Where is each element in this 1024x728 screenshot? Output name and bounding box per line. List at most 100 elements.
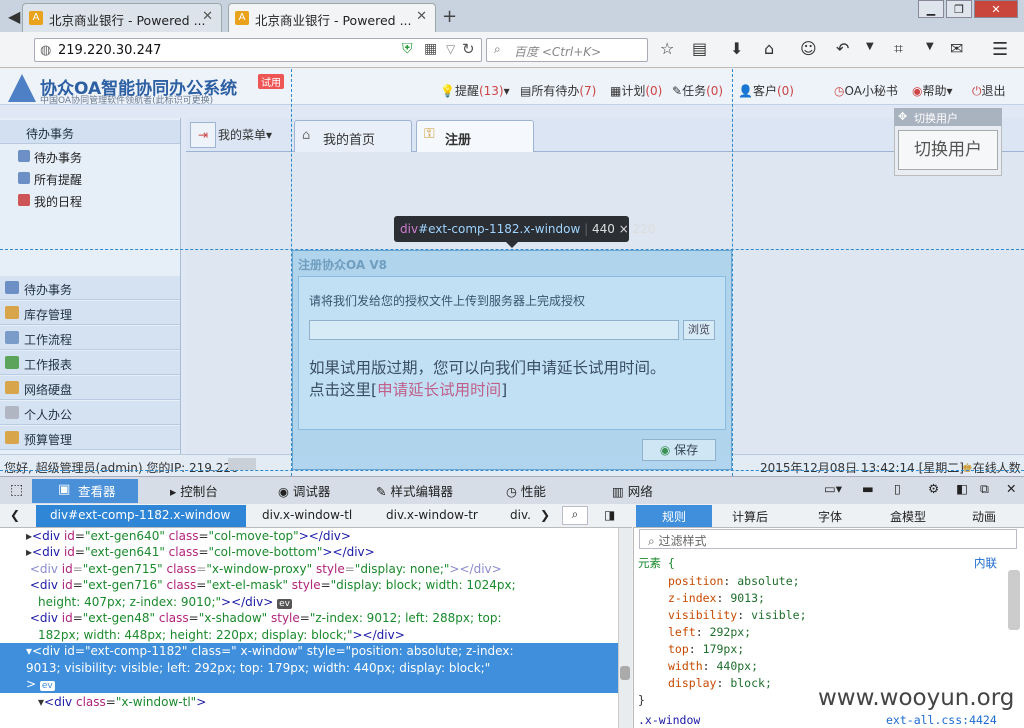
toplink-help[interactable]: ◉帮助▾ bbox=[912, 82, 953, 99]
css-declaration[interactable]: z-index: 9013; bbox=[668, 591, 765, 605]
home-icon[interactable]: ⌂ bbox=[764, 39, 774, 58]
settings-gear-icon[interactable]: ⚙ bbox=[928, 481, 939, 496]
css-val: block; bbox=[730, 676, 772, 690]
new-tab-icon[interactable]: + bbox=[442, 6, 457, 27]
nav-personal[interactable]: 个人办公 bbox=[0, 401, 180, 425]
breadcrumb-item[interactable]: div.x-window-tl bbox=[262, 508, 352, 522]
undock-icon[interactable]: ⧉ bbox=[980, 481, 989, 497]
css-declaration[interactable]: top: 179px; bbox=[668, 642, 744, 656]
responsive-icon[interactable]: ▯ bbox=[894, 481, 901, 496]
nav-budget[interactable]: 预算管理 bbox=[0, 426, 180, 450]
my-menu-button[interactable]: 我的菜单▾ bbox=[218, 126, 272, 143]
breadcrumb-item[interactable]: div.x-window-tr bbox=[386, 508, 478, 522]
tab-performance[interactable]: ◷ 性能 bbox=[506, 481, 546, 500]
split-console-icon[interactable]: ▬ bbox=[862, 481, 874, 496]
toplink-count: (7) bbox=[579, 84, 597, 98]
markup-line[interactable]: 182px; width: 448px; height: 220px; disp… bbox=[0, 627, 618, 644]
window-close-icon[interactable]: ✕ bbox=[974, 0, 1018, 18]
dropdown-icon[interactable]: ▼ bbox=[926, 41, 934, 52]
markup-scrollbar[interactable] bbox=[618, 528, 632, 728]
markup-search-icon[interactable]: ⌕ bbox=[562, 506, 588, 525]
reading-list-icon[interactable]: ▤ bbox=[692, 39, 707, 58]
menu-toggle-icon[interactable]: ⇥ bbox=[190, 122, 216, 148]
dropdown-icon[interactable]: ▽ bbox=[446, 42, 455, 56]
nav-disk[interactable]: 网络硬盘 bbox=[0, 376, 180, 400]
smiley-icon[interactable]: ☺ bbox=[800, 39, 817, 58]
nav-workflow[interactable]: 工作流程 bbox=[0, 326, 180, 350]
download-icon[interactable]: ⬇ bbox=[730, 39, 743, 58]
tab-fonts[interactable]: 字体 bbox=[818, 508, 842, 525]
tab-inspector[interactable]: 查看器 bbox=[32, 479, 138, 503]
extend-trial-link[interactable]: 申请延长试用时间 bbox=[377, 381, 501, 399]
minimize-icon[interactable]: ▁ bbox=[918, 0, 944, 18]
toplink-task[interactable]: ✎任务(0) bbox=[672, 82, 723, 99]
nav-inventory[interactable]: 库存管理 bbox=[0, 301, 180, 325]
tab-box-model[interactable]: 盒模型 bbox=[890, 508, 926, 525]
css-declaration[interactable]: display: block; bbox=[668, 676, 772, 690]
close-icon[interactable]: ✕ bbox=[1006, 481, 1016, 496]
toplink-todo[interactable]: ▤所有待办(7) bbox=[520, 82, 596, 99]
tab-console[interactable]: ▸ 控制台 bbox=[170, 481, 218, 500]
css-declaration[interactable]: width: 440px; bbox=[668, 659, 758, 673]
menu-icon[interactable]: ☰ bbox=[992, 39, 1008, 60]
markup-line-selected[interactable]: ▾<div id="ext-comp-1182" class=" x-windo… bbox=[0, 643, 618, 693]
online-users-link[interactable]: ♚在线人数 bbox=[962, 459, 1021, 476]
restore-icon[interactable]: ❐ bbox=[946, 0, 972, 18]
sidebar-item-schedule[interactable]: 我的日程 bbox=[34, 193, 82, 210]
markup-line[interactable]: ▸<div id="ext-gen640" class="col-move-to… bbox=[0, 528, 618, 545]
dock-side-icon[interactable]: ◧ bbox=[956, 481, 968, 496]
tab-debugger[interactable]: ◉ 调试器 bbox=[278, 481, 330, 500]
markup-line[interactable]: <div id="ext-gen715" class="x-window-pro… bbox=[0, 561, 618, 578]
css-declaration[interactable]: left: 292px; bbox=[668, 625, 751, 639]
css-declaration[interactable]: position: absolute; bbox=[668, 574, 800, 588]
crumb-back-icon[interactable]: ❮ bbox=[10, 508, 20, 522]
tab-animations[interactable]: 动画 bbox=[972, 508, 996, 525]
tab-network[interactable]: ▥ 网络 bbox=[612, 481, 653, 500]
markup-line[interactable]: ▾<div class="x-window-tl"> bbox=[0, 694, 618, 711]
css-declaration[interactable]: visibility: visible; bbox=[668, 608, 807, 622]
dropdown-icon[interactable]: ▼ bbox=[866, 41, 874, 52]
undo-icon[interactable]: ↶ bbox=[836, 39, 849, 58]
sidebar-item-reminders[interactable]: 所有提醒 bbox=[34, 171, 82, 188]
markup-line[interactable]: <div id="ext-gen48" class="x-shadow" sty… bbox=[0, 610, 618, 627]
bookmark-star-icon[interactable]: ☆ bbox=[660, 39, 674, 58]
layout-icon[interactable]: ▭▾ bbox=[824, 481, 842, 496]
nav-todo[interactable]: 待办事务 bbox=[0, 276, 180, 300]
license-file-input[interactable] bbox=[309, 320, 679, 340]
tab-home[interactable]: 我的首页 bbox=[294, 120, 412, 152]
tab-computed[interactable]: 计算后 bbox=[732, 508, 768, 525]
save-button[interactable]: ◉ 保存 bbox=[642, 439, 716, 461]
close-icon[interactable]: ✕ bbox=[202, 9, 213, 24]
toplink-secretary[interactable]: ◷OA小秘书 bbox=[834, 82, 898, 99]
crumb-forward-icon[interactable]: ❯ bbox=[540, 508, 550, 522]
filter-styles-input[interactable]: ⌕ 过滤样式 bbox=[639, 529, 1017, 549]
toplink-plan[interactable]: ▦计划(0) bbox=[610, 82, 662, 99]
sidebar-item-todo[interactable]: 待办事务 bbox=[34, 149, 82, 166]
toplink-logout[interactable]: ⏻退出 bbox=[972, 82, 1006, 99]
markup-line[interactable]: ▸<div id="ext-gen641" class="col-move-bo… bbox=[0, 544, 618, 561]
markup-line[interactable]: <div id="ext-gen716" class="ext-el-mask"… bbox=[0, 577, 618, 594]
switch-user-button[interactable]: 切换用户 bbox=[898, 130, 998, 170]
tab-rules[interactable]: 规则 bbox=[636, 505, 713, 527]
toplink-reminder[interactable]: 💡提醒(13)▾ bbox=[440, 82, 510, 99]
sidebar-toggle-icon[interactable]: ◨ bbox=[604, 508, 615, 522]
breadcrumb-item[interactable]: div. bbox=[510, 508, 531, 522]
qrcode-icon[interactable]: ▦ bbox=[424, 41, 437, 57]
tab-style-editor[interactable]: ✎ 样式编辑器 bbox=[376, 481, 453, 500]
browser-tab[interactable]: A 北京商业银行 - Powered ... ✕ bbox=[22, 3, 222, 32]
browser-tab-active[interactable]: A 北京商业银行 - Powered ... ✕ bbox=[228, 3, 436, 32]
scrollbar-thumb[interactable] bbox=[620, 666, 630, 680]
back-icon[interactable]: ◀ bbox=[8, 7, 20, 26]
breadcrumb-item-selected[interactable]: div#ext-comp-1182.x-window bbox=[36, 505, 247, 527]
browse-button[interactable]: 浏览 bbox=[683, 320, 715, 340]
shield-icon[interactable]: ⛨ bbox=[402, 41, 413, 57]
chat-icon[interactable]: ✉ bbox=[950, 39, 963, 58]
reload-icon[interactable]: ↻ bbox=[462, 40, 475, 58]
nav-reports[interactable]: 工作报表 bbox=[0, 351, 180, 375]
rules-scrollbar[interactable] bbox=[1008, 570, 1020, 630]
pick-element-icon[interactable]: ⬚ bbox=[10, 482, 23, 498]
next-rule-source-link[interactable]: ext-all.css:4424 bbox=[886, 713, 997, 727]
toplink-customer[interactable]: 👤客户(0) bbox=[738, 82, 794, 99]
crop-icon[interactable]: ⌗ bbox=[894, 39, 903, 59]
close-icon[interactable]: ✕ bbox=[416, 9, 427, 24]
